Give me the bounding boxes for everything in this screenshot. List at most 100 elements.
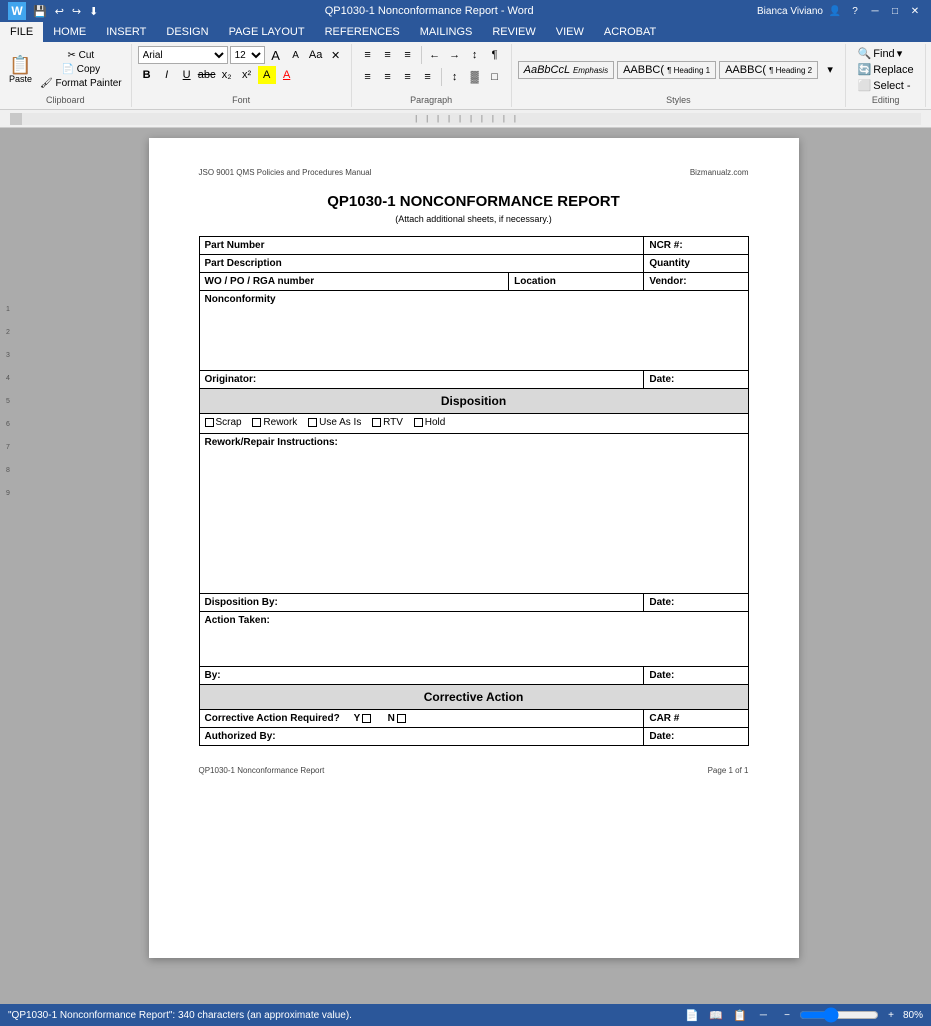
tab-file[interactable]: FILE: [0, 22, 43, 42]
quick-redo-btn[interactable]: ↪: [69, 5, 84, 18]
font-case-btn[interactable]: Aa: [307, 46, 325, 64]
tab-design[interactable]: DESIGN: [156, 22, 218, 42]
main-content: JSO 9001 QMS Policies and Procedures Man…: [16, 128, 931, 994]
cut-button[interactable]: ✂ Cut: [37, 49, 125, 62]
clear-format-btn[interactable]: ✕: [327, 46, 345, 64]
bold-button[interactable]: B: [138, 66, 156, 84]
rework-label: Rework/Repair Instructions:: [199, 434, 748, 594]
copy-button[interactable]: 📄 Copy: [37, 63, 125, 76]
font-size-select[interactable]: 12: [230, 46, 265, 64]
rework-checkbox[interactable]: [252, 418, 261, 427]
zoom-out-btn[interactable]: −: [779, 1007, 795, 1023]
wo-po-label: WO / PO / RGA number: [199, 273, 509, 291]
subscript-button[interactable]: x₂: [218, 66, 236, 84]
title-bar-right: Bianca Viviano 👤 ? ─ □ ✕: [757, 3, 923, 19]
font-family-select[interactable]: Arial: [138, 46, 228, 64]
part-desc-label: Part Description: [199, 255, 644, 273]
show-marks-btn[interactable]: ¶: [486, 46, 504, 64]
bullets-btn[interactable]: ≡: [359, 46, 377, 64]
zoom-in-btn[interactable]: +: [883, 1007, 899, 1023]
originator-label: Originator:: [199, 371, 644, 389]
shading-btn[interactable]: ▓: [466, 68, 484, 86]
find-arrow: ▾: [897, 47, 903, 60]
vendor-label: Vendor:: [644, 273, 748, 291]
replace-button[interactable]: 🔄 Replace: [854, 62, 918, 77]
status-text: "QP1030-1 Nonconformance Report": 340 ch…: [8, 1010, 352, 1021]
user-name: Bianca Viviano: [757, 6, 823, 17]
close-btn[interactable]: ✕: [907, 3, 923, 19]
view-read-btn[interactable]: 📖: [708, 1007, 724, 1023]
zoom-level: 80%: [903, 1010, 923, 1021]
paste-button[interactable]: 📋 Paste: [6, 54, 35, 86]
authorized-by-label: Authorized By:: [199, 728, 644, 746]
hold-checkbox[interactable]: [414, 418, 423, 427]
zoom-slider[interactable]: [799, 1007, 879, 1023]
table-row: Rework/Repair Instructions:: [199, 434, 748, 594]
quick-save-btn[interactable]: 💾: [30, 5, 50, 18]
tab-home[interactable]: HOME: [43, 22, 96, 42]
tab-view[interactable]: VIEW: [546, 22, 594, 42]
strikethrough-button[interactable]: abc: [198, 66, 216, 84]
increase-indent-btn[interactable]: →: [446, 46, 464, 64]
ribbon-tabs: FILE HOME INSERT DESIGN PAGE LAYOUT REFE…: [0, 22, 931, 42]
italic-button[interactable]: I: [158, 66, 176, 84]
tab-references[interactable]: REFERENCES: [315, 22, 410, 42]
table-row: Part Description Quantity: [199, 255, 748, 273]
font-shrink-btn[interactable]: A: [287, 46, 305, 64]
view-print-btn[interactable]: 📄: [684, 1007, 700, 1023]
tab-page-layout[interactable]: PAGE LAYOUT: [219, 22, 315, 42]
rtv-checkbox[interactable]: [372, 418, 381, 427]
text-highlight-button[interactable]: A: [258, 66, 276, 84]
help-btn[interactable]: ?: [847, 3, 863, 19]
tab-acrobat[interactable]: ACROBAT: [594, 22, 666, 42]
date4-label: Date:: [644, 728, 748, 746]
line-spacing-btn[interactable]: ↕: [446, 68, 464, 86]
format-painter-button[interactable]: 🖌 Format Painter: [37, 77, 125, 90]
style-heading2[interactable]: AABBC( ¶ Heading 2: [719, 61, 818, 79]
font-grow-btn[interactable]: A: [267, 46, 285, 64]
disposition-header: Disposition: [199, 389, 748, 414]
align-left-btn[interactable]: ≡: [359, 68, 377, 86]
status-bar: "QP1030-1 Nonconformance Report": 340 ch…: [0, 1004, 931, 1026]
tab-review[interactable]: REVIEW: [482, 22, 545, 42]
hold-option: Hold: [414, 417, 446, 428]
use-as-is-checkbox[interactable]: [308, 418, 317, 427]
superscript-button[interactable]: x²: [238, 66, 256, 84]
quick-undo-btn[interactable]: ↩: [52, 5, 67, 18]
corrective-action-req-label: Corrective Action Required? Y N: [199, 710, 644, 728]
table-row: Action Taken:: [199, 612, 748, 667]
n-checkbox[interactable]: [397, 714, 406, 723]
border-btn[interactable]: □: [486, 68, 504, 86]
vertical-ruler: 1 2 3 4 5 6 7 8 9: [0, 128, 16, 994]
title-bar-title: QP1030-1 Nonconformance Report - Word: [101, 5, 757, 17]
style-emphasis[interactable]: AaBbCcL Emphasis: [518, 61, 614, 79]
styles-more-btn[interactable]: ▾: [821, 61, 839, 79]
document-page[interactable]: JSO 9001 QMS Policies and Procedures Man…: [149, 138, 799, 958]
find-button[interactable]: 🔍 Find ▾: [854, 46, 907, 61]
table-row: Nonconformity: [199, 291, 748, 371]
corrective-action-header: Corrective Action: [199, 685, 748, 710]
align-right-btn[interactable]: ≡: [399, 68, 417, 86]
view-web-btn[interactable]: 📋: [732, 1007, 748, 1023]
justify-btn[interactable]: ≡: [419, 68, 437, 86]
align-center-btn[interactable]: ≡: [379, 68, 397, 86]
style-heading1[interactable]: AABBC( ¶ Heading 1: [617, 61, 716, 79]
decrease-indent-btn[interactable]: ←: [426, 46, 444, 64]
quick-more-btn[interactable]: ⬇: [86, 5, 101, 18]
tab-mailings[interactable]: MAILINGS: [410, 22, 483, 42]
sort-btn[interactable]: ↕: [466, 46, 484, 64]
y-checkbox[interactable]: [362, 714, 371, 723]
multilevel-btn[interactable]: ≡: [399, 46, 417, 64]
table-row: Corrective Action Required? Y N CAR #: [199, 710, 748, 728]
numbering-btn[interactable]: ≡: [379, 46, 397, 64]
select-button[interactable]: ⬜ Select -: [854, 78, 915, 93]
restore-btn[interactable]: □: [887, 3, 903, 19]
font-color-button[interactable]: A: [278, 66, 296, 84]
underline-button[interactable]: U: [178, 66, 196, 84]
scrap-checkbox[interactable]: [205, 418, 214, 427]
minimize-btn[interactable]: ─: [867, 3, 883, 19]
car-label: CAR #: [644, 710, 748, 728]
tab-insert[interactable]: INSERT: [96, 22, 156, 42]
table-row: Disposition By: Date:: [199, 594, 748, 612]
user-icon[interactable]: 👤: [827, 3, 843, 19]
